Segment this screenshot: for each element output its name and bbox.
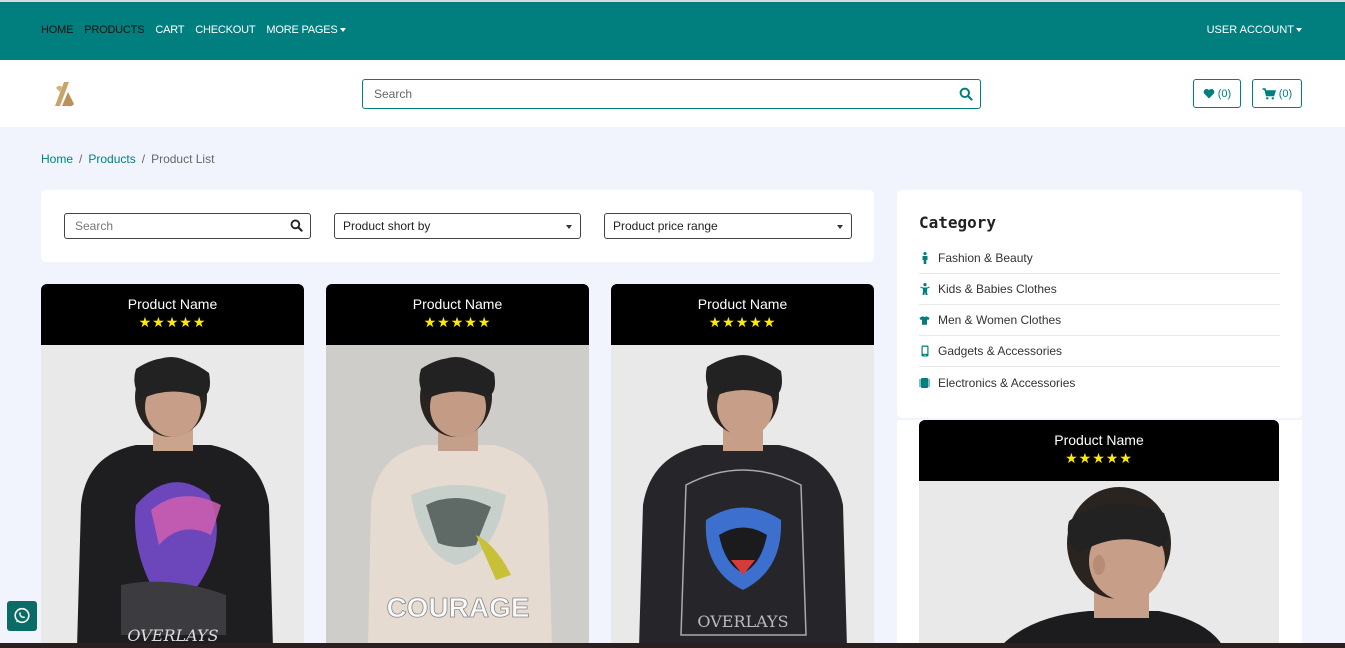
caret-down-icon [339,28,346,33]
category-title: Category [919,213,997,232]
rating-stars: ★★★★★ [708,314,777,330]
breadcrumb-separator: / [141,152,146,166]
sort-select-value: Product short by [343,219,431,233]
model-profile-image [919,481,1279,648]
chip-icon [919,377,930,389]
breadcrumb-separator: / [79,152,83,166]
category-label: Gadgets & Accessories [938,344,1063,358]
featured-product-card[interactable]: Product Name ★★★★★ [919,420,1279,648]
top-nav-menu: HOME PRODUCTS CART CHECKOUT MORE PAGES [41,24,346,36]
product-card-header: Product Name ★★★★★ [41,284,304,345]
header-search-input[interactable] [363,80,923,108]
nav-home[interactable]: HOME [41,24,73,36]
tshirt-icon [919,314,930,326]
brand-logo[interactable] [52,80,76,108]
category-item-kids-babies[interactable]: Kids & Babies Clothes [919,274,1280,305]
mobile-icon [919,345,930,357]
product-card-header: Product Name ★★★★★ [326,284,589,345]
rating-stars: ★★★★★ [1065,450,1133,466]
filter-panel: Product short by Product price range [41,190,874,262]
category-item-fashion-beauty[interactable]: Fashion & Beauty [919,243,1280,274]
caret-down-icon [1296,28,1302,33]
category-label: Men & Women Clothes [938,313,1062,327]
cart-count: (0) [1278,87,1293,100]
category-item-gadgets[interactable]: Gadgets & Accessories [919,336,1280,367]
rating-stars: ★★★★★ [138,314,207,330]
breadcrumb-current: Product List [151,152,215,166]
chevron-down-icon [566,225,572,229]
product-name: Product Name [697,296,788,312]
search-icon[interactable] [290,219,303,237]
breadcrumb-home[interactable]: Home [41,152,73,166]
category-item-men-women[interactable]: Men & Women Clothes [919,305,1280,336]
nav-more-pages-label: MORE PAGES [266,24,338,36]
product-card[interactable]: Product Name ★★★★★ OVERLAYS [41,284,304,648]
product-name: Product Name [412,296,503,312]
category-label: Electronics & Accessories [938,375,1076,390]
child-icon [919,283,930,295]
print-text: COURAGE [386,592,529,623]
product-image[interactable]: COURAGE [326,345,589,648]
sort-select[interactable]: Product short by [334,213,581,239]
whatsapp-icon [14,607,30,624]
product-card-header: Product Name ★★★★★ [919,420,1279,481]
category-item-electronics[interactable]: Electronics & Accessories [919,367,1280,398]
category-label: Fashion & Beauty [938,251,1033,265]
price-range-value: Product price range [613,219,718,233]
chevron-down-icon [837,225,843,229]
heart-icon [1203,88,1215,99]
product-name: Product Name [1054,432,1144,448]
breadcrumb-products[interactable]: Products [88,152,135,166]
whatsapp-button[interactable] [7,601,37,631]
category-list: Fashion & Beauty Kids & Babies Clothes M… [919,243,1280,398]
top-navbar: HOME PRODUCTS CART CHECKOUT MORE PAGES U… [0,0,1345,60]
wishlist-button[interactable]: (0) [1193,79,1241,108]
price-range-select[interactable]: Product price range [604,213,852,239]
product-card[interactable]: Product Name ★★★★★ OVERLAYS [611,284,874,648]
product-search-input[interactable] [65,214,280,238]
search-icon[interactable] [959,87,973,106]
wishlist-count: (0) [1217,87,1232,100]
cart-icon [1262,87,1276,99]
rating-stars: ★★★★★ [423,314,492,330]
site-header: (0) (0) [0,60,1345,127]
product-image[interactable] [919,481,1279,648]
nav-cart[interactable]: CART [155,24,184,36]
category-panel: Category Fashion & Beauty Kids & Babies … [897,190,1302,418]
nav-more-pages[interactable]: MORE PAGES [266,24,346,36]
header-search [362,79,981,109]
tshirt-model-image: OVERLAYS [611,345,874,648]
product-name: Product Name [127,296,218,312]
product-image[interactable]: OVERLAYS [611,345,874,648]
category-label: Kids & Babies Clothes [938,282,1057,296]
product-image[interactable]: OVERLAYS [41,345,304,648]
product-search [64,213,311,239]
breadcrumb: Home / Products / Product List [41,152,214,166]
nav-products[interactable]: PRODUCTS [84,24,144,36]
logo-icon [55,82,74,107]
tshirt-model-image: COURAGE [326,345,589,648]
product-card-header: Product Name ★★★★★ [611,284,874,345]
user-account-label: USER ACCOUNT [1206,24,1294,36]
cart-button[interactable]: (0) [1252,79,1302,108]
nav-checkout[interactable]: CHECKOUT [195,24,255,36]
product-card[interactable]: Product Name ★★★★★ COURAGE [326,284,589,648]
bottom-strip [0,643,1345,648]
tshirt-model-image: OVERLAYS [41,345,304,648]
user-account-dropdown[interactable]: USER ACCOUNT [1207,24,1302,36]
person-icon [919,252,930,264]
print-text: OVERLAYS [697,612,788,631]
